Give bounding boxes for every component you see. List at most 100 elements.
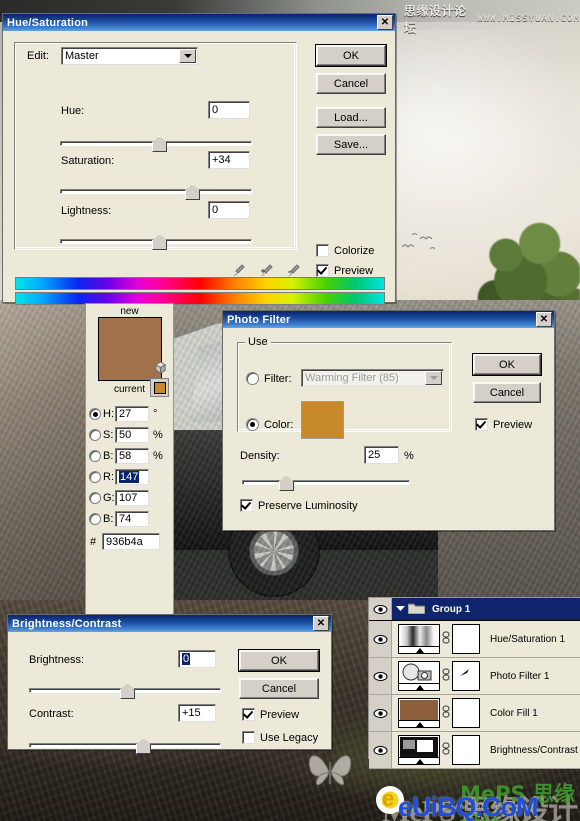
- brightness-slider[interactable]: [29, 683, 221, 699]
- density-slider-knob[interactable]: [279, 475, 294, 491]
- preserve-luminosity-checkbox[interactable]: Preserve Luminosity: [240, 499, 358, 512]
- layer-mask-thumbnail[interactable]: [452, 661, 480, 691]
- filter-radio[interactable]: Filter:: [246, 372, 292, 385]
- photo-filter-titlebar[interactable]: Photo Filter ✕: [223, 311, 554, 328]
- eye-icon[interactable]: [369, 598, 392, 620]
- channel-input-b2[interactable]: 58: [115, 447, 149, 464]
- channel-radio-b5[interactable]: [89, 512, 101, 525]
- channel-input-g4[interactable]: 107: [115, 489, 149, 506]
- channel-input-s1[interactable]: 50: [115, 426, 149, 443]
- eye-icon[interactable]: [369, 732, 392, 768]
- link-icon[interactable]: [440, 668, 452, 685]
- layer-row[interactable]: Brightness/Contrast 1: [369, 732, 580, 769]
- lightness-input[interactable]: 0: [208, 201, 250, 219]
- chevron-down-icon[interactable]: [392, 604, 408, 615]
- out-of-gamut-cube-icon[interactable]: [153, 360, 168, 375]
- channel-label: B:: [103, 449, 114, 462]
- filter-color-swatch[interactable]: [301, 401, 344, 439]
- lightness-slider[interactable]: [60, 234, 252, 250]
- channel-radio-g4[interactable]: [89, 491, 101, 504]
- channel-value: 50: [119, 428, 132, 441]
- link-icon[interactable]: [440, 705, 452, 722]
- layer-mask-thumbnail[interactable]: [452, 624, 480, 654]
- eye-icon[interactable]: [369, 695, 392, 731]
- eye-icon[interactable]: [369, 621, 392, 657]
- channel-input-b5[interactable]: 74: [115, 510, 149, 527]
- link-icon[interactable]: [440, 742, 452, 759]
- hue-saturation-titlebar[interactable]: Hue/Saturation ✕: [3, 14, 395, 31]
- layer-row[interactable]: Color Fill 1: [369, 695, 580, 732]
- saturation-input[interactable]: +34: [208, 151, 250, 169]
- ok-button-label: OK: [499, 358, 515, 371]
- contrast-slider[interactable]: [29, 738, 221, 754]
- contrast-input[interactable]: +15: [178, 704, 216, 722]
- use-legacy-checkbox[interactable]: Use Legacy: [242, 731, 318, 744]
- layer-mask-thumbnail[interactable]: [452, 698, 480, 728]
- eye-icon[interactable]: [369, 658, 392, 694]
- edit-dropdown[interactable]: Master: [61, 47, 198, 65]
- layer-thumbnail[interactable]: [398, 661, 440, 691]
- ok-button[interactable]: OK: [239, 650, 319, 671]
- saturation-slider[interactable]: [60, 184, 252, 200]
- chevron-down-icon[interactable]: [425, 371, 442, 385]
- hue-saturation-title: Hue/Saturation: [7, 16, 89, 29]
- cancel-button[interactable]: Cancel: [473, 382, 541, 403]
- web-safe-swatch[interactable]: [150, 378, 169, 397]
- hue-saturation-dialog: Hue/Saturation ✕ Edit: Master Hue: 0 Sat…: [2, 13, 396, 305]
- channel-radio-b2[interactable]: [89, 449, 101, 462]
- ok-button[interactable]: OK: [473, 354, 541, 375]
- close-icon[interactable]: ✕: [377, 15, 393, 30]
- color-channel-row: G: 107: [86, 487, 173, 508]
- contrast-slider-knob[interactable]: [136, 738, 151, 754]
- channel-radio-s1[interactable]: [89, 428, 101, 441]
- hue-rainbow-bar-result[interactable]: [15, 292, 385, 305]
- preview-checkbox[interactable]: Preview: [475, 418, 532, 431]
- close-icon[interactable]: ✕: [313, 616, 329, 631]
- preview-checkbox[interactable]: Preview: [316, 264, 373, 277]
- hue-label: Hue:: [61, 105, 85, 117]
- brightness-input[interactable]: 0: [178, 650, 216, 668]
- density-slider[interactable]: [242, 475, 410, 491]
- density-value: 25: [368, 449, 381, 461]
- channel-input-r3[interactable]: 147: [115, 468, 149, 485]
- cancel-button[interactable]: Cancel: [316, 73, 386, 94]
- new-color-swatch[interactable]: [97, 317, 162, 381]
- hue-saturation-body: Edit: Master Hue: 0 Saturation: +34 Ligh…: [3, 31, 395, 305]
- colorize-checkbox[interactable]: Colorize: [316, 244, 374, 257]
- hue-slider[interactable]: [60, 136, 252, 152]
- layer-group-row[interactable]: Group 1: [369, 598, 580, 621]
- layer-thumbnail[interactable]: [398, 624, 440, 654]
- link-icon[interactable]: [440, 631, 452, 648]
- channel-value: 27: [119, 407, 132, 420]
- preview-checkbox[interactable]: Preview: [242, 708, 299, 721]
- load-button-label: Load...: [334, 111, 368, 124]
- load-button[interactable]: Load...: [316, 107, 386, 128]
- save-button[interactable]: Save...: [316, 134, 386, 155]
- layer-thumbnail[interactable]: [398, 735, 440, 765]
- ok-button[interactable]: OK: [316, 45, 386, 66]
- hue-input[interactable]: 0: [208, 101, 250, 119]
- chevron-down-icon[interactable]: [179, 49, 196, 63]
- channel-radio-r3[interactable]: [89, 470, 101, 483]
- channel-radio-h0[interactable]: [89, 407, 101, 420]
- density-unit: %: [404, 450, 414, 462]
- hue-rainbow-bar-source: [15, 277, 385, 290]
- preview-checkbox-box: [242, 708, 255, 721]
- channel-unit: °: [153, 407, 158, 420]
- channel-input-h0[interactable]: 27: [115, 405, 149, 422]
- layer-thumbnail[interactable]: [398, 698, 440, 728]
- layer-mask-thumbnail[interactable]: [452, 735, 480, 765]
- hex-input[interactable]: 936b4a: [102, 533, 160, 550]
- layer-row[interactable]: Photo Filter 1: [369, 658, 580, 695]
- brightness-slider-knob[interactable]: [120, 683, 135, 699]
- ok-button-label: OK: [271, 654, 287, 667]
- density-input[interactable]: 25: [364, 446, 399, 464]
- color-picker-panel: new current H: 27 ° S: 50% B: 58% R: 147 G: 107 B: 7…: [85, 303, 174, 617]
- color-radio[interactable]: Color:: [246, 418, 293, 431]
- edit-label: Edit:: [27, 50, 50, 62]
- cancel-button[interactable]: Cancel: [239, 678, 319, 699]
- brightness-contrast-titlebar[interactable]: Brightness/Contrast ✕: [8, 615, 331, 632]
- layer-row[interactable]: Hue/Saturation 1: [369, 621, 580, 658]
- close-icon[interactable]: ✕: [536, 312, 552, 327]
- filter-dropdown[interactable]: Warming Filter (85): [301, 369, 444, 387]
